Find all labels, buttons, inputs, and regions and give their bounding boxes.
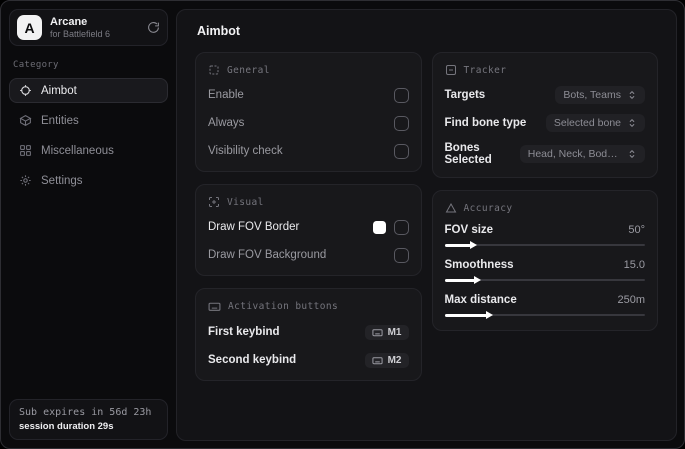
sidebar-item-entities[interactable]: Entities	[9, 108, 168, 133]
setting-label: Always	[208, 117, 245, 129]
page-title: Aimbot	[197, 24, 241, 38]
app-title: Arcane	[50, 16, 88, 28]
session-duration-text: session duration 29s	[19, 421, 114, 432]
max-distance-slider-group: Max distance 250m	[444, 294, 645, 319]
slider-thumb[interactable]	[473, 276, 481, 284]
general-card: General Enable Always Visibility check	[195, 52, 422, 172]
setting-row: Draw FOV Background	[208, 246, 409, 264]
left-column: General Enable Always Visibility check V…	[195, 52, 422, 381]
accuracy-card: Accuracy FOV size 50° Smoothness 15.0 Ma…	[431, 190, 658, 331]
visual-card: Visual Draw FOV Border Draw FOV Backgrou…	[195, 184, 422, 276]
sidebar-item-label: Miscellaneous	[41, 144, 114, 157]
setting-row: First keybind M1	[208, 323, 409, 341]
box-select-icon	[208, 64, 220, 76]
setting-row: Enable	[208, 86, 409, 104]
category-label: Category	[13, 60, 59, 70]
crosshair-icon	[19, 84, 32, 97]
app-logo: A	[17, 15, 42, 40]
sidebar-item-label: Entities	[41, 114, 79, 127]
setting-label: Draw FOV Border	[208, 221, 300, 233]
keybind-value: M2	[387, 354, 402, 366]
slider-label: Smoothness	[444, 259, 514, 271]
card-title-label: General	[227, 64, 270, 76]
draw-fov-border-checkbox[interactable]	[393, 219, 409, 235]
setting-row: Find bone type Selected bone	[444, 114, 645, 132]
keybind-value: M1	[387, 326, 402, 338]
keyboard-icon	[208, 300, 221, 313]
dropdown-value: Head, Neck, Body, Pe..	[527, 148, 621, 160]
chevrons-up-down-icon	[627, 149, 637, 159]
app-subtitle: for Battlefield 6	[50, 28, 111, 39]
draw-fov-background-checkbox[interactable]	[393, 247, 409, 263]
sub-expires-text: Sub expires in 56d 23h	[19, 407, 152, 418]
main-panel: Aimbot General Enable Always Visibility …	[176, 9, 677, 441]
minus-square-icon	[445, 64, 457, 76]
setting-label: Bones Selected	[444, 142, 492, 166]
dropdown-value: Selected bone	[553, 117, 621, 129]
sidebar-item-aimbot[interactable]: Aimbot	[9, 78, 168, 103]
sidebar-nav: Aimbot Entities Miscellaneous Settings	[9, 78, 168, 193]
app-window: A Arcane for Battlefield 6 Category Aimb…	[0, 0, 685, 449]
activation-buttons-card: Activation buttons First keybind M1 Seco…	[195, 288, 422, 381]
grid-icon	[19, 144, 32, 157]
sidebar-header: A Arcane for Battlefield 6	[9, 9, 168, 46]
bones-selected-dropdown[interactable]: Head, Neck, Body, Pe..	[519, 145, 645, 163]
tracker-card: Tracker Targets Bots, Teams Find bone ty…	[431, 52, 658, 178]
slider-label: Max distance	[444, 294, 517, 306]
max-distance-slider[interactable]	[444, 311, 645, 319]
targets-dropdown[interactable]: Bots, Teams	[555, 86, 645, 104]
right-column: Tracker Targets Bots, Teams Find bone ty…	[431, 52, 658, 331]
triangle-icon	[445, 202, 457, 214]
smoothness-slider-group: Smoothness 15.0	[444, 259, 645, 284]
fov-border-color-swatch[interactable]	[372, 220, 386, 234]
setting-row: Draw FOV Border	[208, 218, 409, 236]
keyboard-icon	[372, 355, 383, 366]
sidebar-item-label: Settings	[41, 174, 83, 187]
card-title-label: Activation buttons	[228, 301, 339, 312]
visibility-check-checkbox[interactable]	[393, 143, 409, 159]
sidebar-item-miscellaneous[interactable]: Miscellaneous	[9, 138, 168, 163]
sidebar-item-settings[interactable]: Settings	[9, 168, 168, 193]
always-checkbox[interactable]	[393, 115, 409, 131]
sidebar: A Arcane for Battlefield 6 Category Aimb…	[1, 1, 176, 448]
subscription-status-card: Sub expires in 56d 23h session duration …	[9, 399, 168, 440]
setting-label: Second keybind	[208, 354, 297, 366]
setting-row: Bones Selected Head, Neck, Body, Pe..	[444, 142, 645, 166]
card-title-label: Accuracy	[463, 202, 513, 214]
setting-row: Visibility check	[208, 142, 409, 160]
fov-size-slider[interactable]	[444, 241, 645, 249]
first-keybind-button[interactable]: M1	[364, 324, 409, 340]
keyboard-icon	[372, 327, 383, 338]
setting-label: Enable	[208, 89, 244, 101]
sidebar-item-label: Aimbot	[41, 84, 77, 97]
setting-label: Draw FOV Background	[208, 249, 327, 261]
refresh-icon[interactable]	[147, 21, 160, 34]
second-keybind-button[interactable]: M2	[364, 352, 409, 368]
fov-size-slider-group: FOV size 50°	[444, 224, 645, 249]
setting-row: Targets Bots, Teams	[444, 86, 645, 104]
find-bone-type-dropdown[interactable]: Selected bone	[545, 114, 645, 132]
slider-value: 250m	[617, 294, 645, 306]
slider-thumb[interactable]	[485, 311, 493, 319]
setting-row: Second keybind M2	[208, 351, 409, 369]
focus-plus-icon	[208, 196, 220, 208]
slider-thumb[interactable]	[469, 241, 477, 249]
chevrons-up-down-icon	[627, 90, 637, 100]
dropdown-value: Bots, Teams	[563, 89, 621, 101]
setting-label: Targets	[444, 89, 486, 101]
enable-checkbox[interactable]	[393, 87, 409, 103]
chevrons-up-down-icon	[627, 118, 637, 128]
slider-value: 15.0	[623, 259, 645, 271]
entities-icon	[19, 114, 32, 127]
card-title-label: Tracker	[463, 64, 507, 76]
slider-value: 50°	[628, 224, 645, 236]
setting-row: Always	[208, 114, 409, 132]
setting-label: First keybind	[208, 326, 280, 338]
slider-label: FOV size	[444, 224, 494, 236]
card-title-label: Visual	[227, 196, 264, 208]
smoothness-slider[interactable]	[444, 276, 645, 284]
setting-label: Find bone type	[444, 117, 527, 129]
gear-icon	[19, 174, 32, 187]
setting-label: Visibility check	[208, 145, 283, 157]
